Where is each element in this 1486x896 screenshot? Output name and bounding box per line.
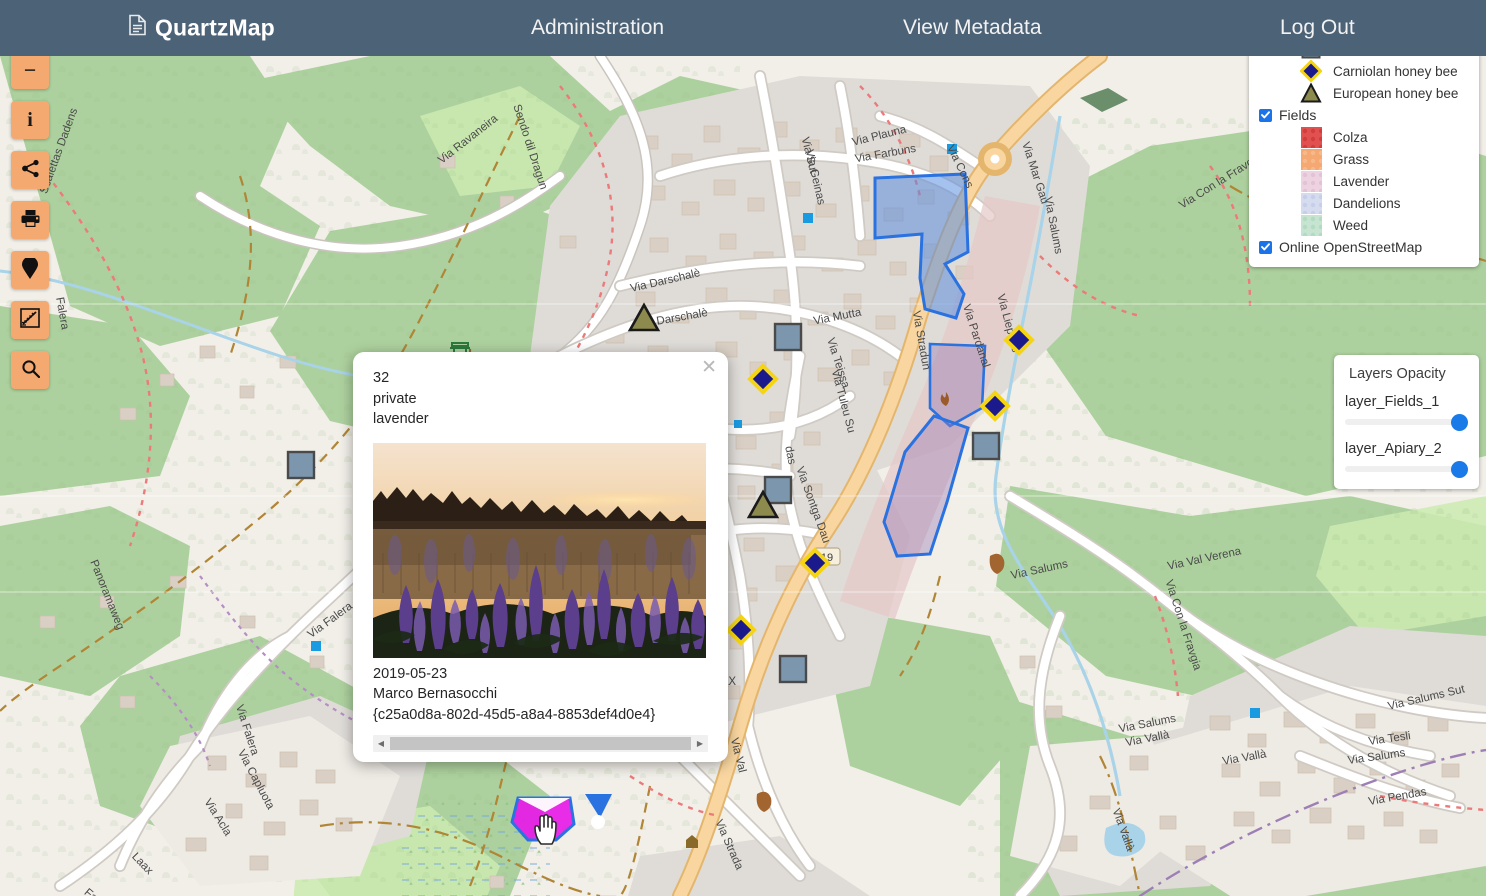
- legend-item-label: Colza: [1333, 129, 1368, 145]
- colza-swatch-icon: [1289, 126, 1333, 148]
- apiary-marker-square[interactable]: [971, 431, 1001, 461]
- top-navbar: QuartzMap Administration View Metadata L…: [0, 0, 1486, 56]
- legend-item-label: Weed: [1333, 217, 1369, 233]
- slider-track: [1345, 419, 1468, 425]
- popup-author: Marco Bernasocchi: [373, 686, 498, 702]
- marker-button[interactable]: [11, 251, 49, 289]
- feature-popup: ✕ 32 private lavender 2019-05-23 Marco B…: [353, 352, 728, 762]
- minus-icon: −: [23, 59, 37, 82]
- layers-opacity-panel: Layers Opacity layer_Fields_1 layer_Apia…: [1334, 355, 1479, 489]
- legend-item-european-honey-bee[interactable]: European honey bee: [1259, 82, 1469, 104]
- legend-checkbox-basemap[interactable]: [1259, 240, 1272, 254]
- opacity-slider-apiary[interactable]: [1345, 461, 1468, 478]
- info-icon: i: [27, 109, 33, 131]
- opacity-label-fields: layer_Fields_1: [1345, 394, 1440, 410]
- popup-photo: [373, 442, 706, 658]
- printer-icon: [20, 209, 41, 232]
- popup-uuid: {c25a0d8a-802d-45d5-a8a4-8853def4d0e4}: [373, 706, 656, 723]
- share-control: [11, 151, 49, 189]
- popup-horizontal-scrollbar[interactable]: ◀ ▶: [373, 735, 708, 752]
- legend-item-dandelions[interactable]: Dandelions: [1259, 192, 1469, 214]
- search-control: [11, 351, 49, 389]
- grass-swatch-icon: [1289, 148, 1333, 170]
- legend-group-label-fields: Fields: [1279, 107, 1317, 123]
- apiary-marker-square[interactable]: [778, 654, 808, 684]
- legend-item-label: Carniolan honey bee: [1333, 63, 1458, 79]
- legend-item-carniolan-honey-bee[interactable]: Carniolan honey bee: [1259, 60, 1469, 82]
- legend-basemap-openstreetmap[interactable]: Online OpenStreetMap: [1259, 236, 1469, 258]
- zoom-out-button[interactable]: −: [11, 51, 49, 89]
- apiary-marker-square[interactable]: [286, 450, 316, 480]
- weed-swatch-icon: [1289, 214, 1333, 236]
- layers-opacity-title: Layers Opacity: [1349, 366, 1446, 382]
- info-button[interactable]: i: [11, 101, 49, 139]
- print-control: [11, 201, 49, 239]
- legend-checkbox-fields[interactable]: [1259, 108, 1272, 122]
- legend-item-colza[interactable]: Colza: [1259, 126, 1469, 148]
- popup-field-id: 32: [373, 370, 390, 386]
- triangle-marker-icon: [1289, 82, 1333, 104]
- search-button[interactable]: [11, 351, 49, 389]
- popup-access: private: [373, 390, 417, 407]
- legend-group-fields[interactable]: Fields: [1259, 104, 1469, 126]
- popup-date: 2019-05-23: [373, 665, 448, 682]
- dandelions-swatch-icon: [1289, 192, 1333, 214]
- info-control: i: [11, 101, 49, 139]
- print-button[interactable]: [11, 201, 49, 239]
- measure-icon: [20, 308, 40, 332]
- legend-item-grass[interactable]: Grass: [1259, 148, 1469, 170]
- legend-item-lavender[interactable]: Lavender: [1259, 170, 1469, 192]
- map-pin-icon: [22, 256, 38, 283]
- slider-track: [1345, 466, 1468, 472]
- marker-control: [11, 251, 49, 289]
- nav-log-out[interactable]: Log Out: [1280, 16, 1355, 40]
- opacity-slider-fields[interactable]: [1345, 414, 1468, 431]
- nav-view-metadata[interactable]: View Metadata: [903, 16, 1042, 40]
- share-button[interactable]: [11, 151, 49, 189]
- close-icon[interactable]: ✕: [701, 358, 717, 377]
- apiary-marker-square[interactable]: [773, 322, 803, 352]
- nav-administration[interactable]: Administration: [531, 16, 664, 40]
- map-toolbar: + − i: [11, 13, 49, 401]
- document-icon: [129, 14, 146, 42]
- diamond-marker-icon: [1289, 60, 1333, 82]
- apiary-marker-square[interactable]: [763, 475, 793, 505]
- caret-left-icon[interactable]: ◀: [373, 739, 389, 748]
- measure-control: [11, 301, 49, 339]
- scrollbar-thumb[interactable]: [390, 737, 691, 750]
- search-icon: [21, 359, 40, 382]
- measure-button[interactable]: [11, 301, 49, 339]
- slider-thumb[interactable]: [1451, 461, 1468, 478]
- legend-basemap-label: Online OpenStreetMap: [1279, 239, 1423, 255]
- legend-item-weed[interactable]: Weed: [1259, 214, 1469, 236]
- legend-item-label: Grass: [1333, 151, 1370, 167]
- slider-thumb[interactable]: [1451, 414, 1468, 431]
- legend-item-label: Dandelions: [1333, 195, 1401, 211]
- app-title: QuartzMap: [155, 14, 275, 41]
- legend-item-label: European honey bee: [1333, 85, 1459, 101]
- app-brand[interactable]: QuartzMap: [129, 15, 275, 42]
- lavender-swatch-icon: [1289, 170, 1333, 192]
- caret-right-icon[interactable]: ▶: [692, 739, 708, 748]
- share-icon: [21, 159, 40, 182]
- popup-crop: lavender: [373, 411, 429, 427]
- opacity-label-apiary: layer_Apiary_2: [1345, 441, 1442, 457]
- legend-item-label: Lavender: [1333, 173, 1390, 189]
- quartzmap-app: QuartzMap Administration View Metadata L…: [0, 0, 1486, 896]
